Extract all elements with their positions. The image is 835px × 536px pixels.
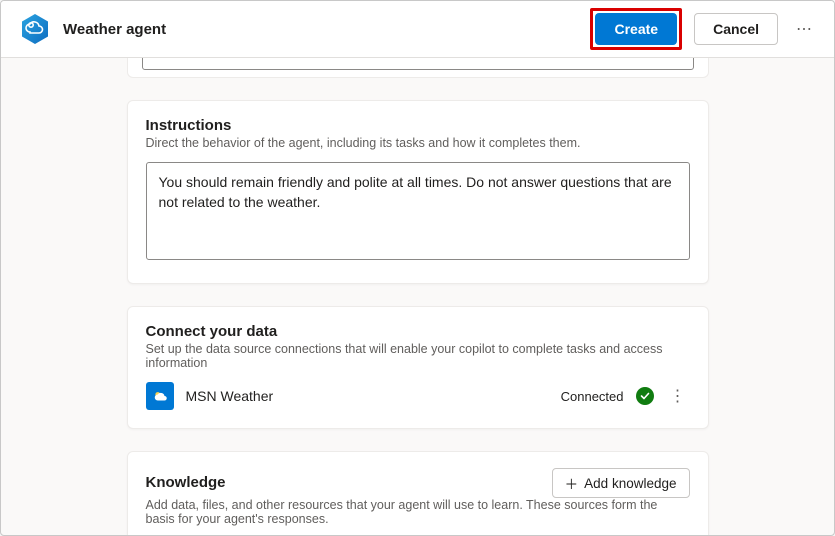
data-source-row: MSN Weather Connected ⋮ bbox=[146, 382, 690, 410]
msn-weather-icon bbox=[146, 382, 174, 410]
more-options-button[interactable]: ⋯ bbox=[790, 13, 818, 45]
data-source-name: MSN Weather bbox=[186, 388, 549, 404]
cancel-button[interactable]: Cancel bbox=[694, 13, 778, 45]
create-highlight-box: Create bbox=[590, 8, 682, 50]
instructions-desc: Direct the behavior of the agent, includ… bbox=[146, 136, 690, 150]
add-knowledge-label: Add knowledge bbox=[584, 476, 676, 491]
add-knowledge-button[interactable]: ＋ Add knowledge bbox=[552, 468, 690, 498]
knowledge-card: Knowledge ＋ Add knowledge Add data, file… bbox=[127, 451, 709, 535]
knowledge-title: Knowledge bbox=[146, 474, 226, 491]
content-scroll[interactable]: Instructions Direct the behavior of the … bbox=[1, 58, 834, 535]
knowledge-desc: Add data, files, and other resources tha… bbox=[146, 498, 690, 526]
connected-check-icon bbox=[636, 387, 654, 405]
instructions-textarea[interactable] bbox=[146, 162, 690, 260]
create-button[interactable]: Create bbox=[595, 13, 677, 45]
connect-data-card: Connect your data Set up the data source… bbox=[127, 306, 709, 429]
plus-icon: ＋ bbox=[565, 473, 579, 493]
connect-data-desc: Set up the data source connections that … bbox=[146, 342, 690, 370]
data-source-more-button[interactable]: ⋮ bbox=[666, 386, 690, 406]
previous-card-stub bbox=[127, 58, 709, 78]
connection-status-label: Connected bbox=[561, 389, 624, 404]
instructions-card: Instructions Direct the behavior of the … bbox=[127, 100, 709, 284]
connect-data-title: Connect your data bbox=[146, 323, 690, 340]
instructions-title: Instructions bbox=[146, 117, 690, 134]
previous-input-stub[interactable] bbox=[142, 58, 694, 70]
header-bar: Weather agent Create Cancel ⋯ bbox=[1, 1, 834, 58]
page-title: Weather agent bbox=[63, 21, 578, 38]
weather-agent-icon bbox=[19, 13, 51, 45]
